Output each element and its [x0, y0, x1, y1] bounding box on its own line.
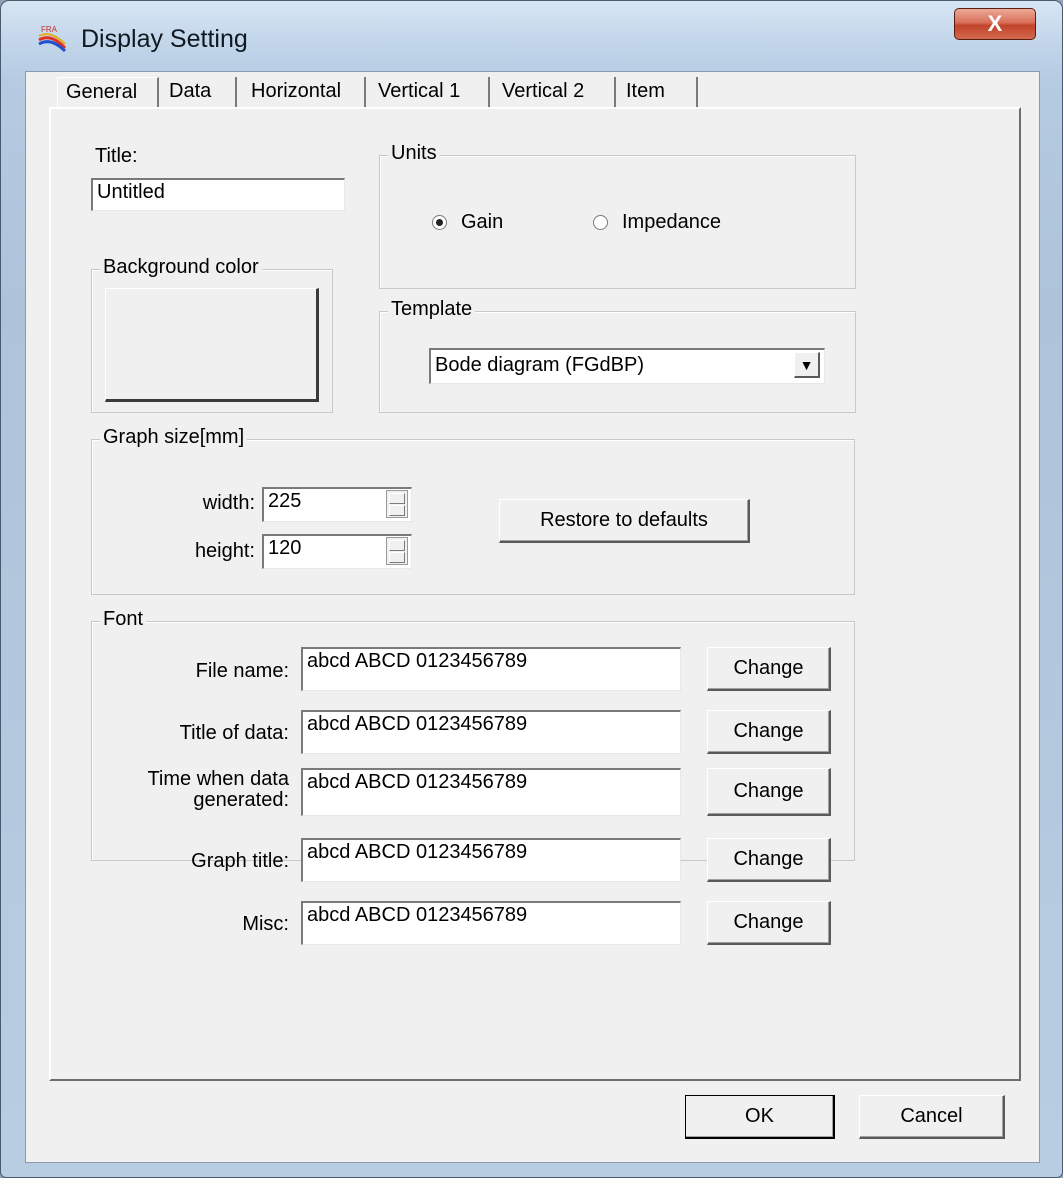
graph-size-legend: Graph size[mm] — [100, 426, 248, 449]
file-name-font-change-button[interactable]: Change — [707, 647, 831, 691]
gain-radio-label[interactable]: Gain — [461, 211, 503, 234]
title-of-data-font-change-button[interactable]: Change — [707, 710, 831, 754]
template-select[interactable]: Bode diagram (FGdBP) — [429, 348, 825, 384]
misc-font-change-button[interactable]: Change — [707, 901, 831, 945]
height-label: height: — [194, 540, 255, 562]
title-of-data-font-label: Title of data: — [179, 722, 289, 744]
gain-radio[interactable] — [432, 215, 447, 230]
chevron-down-icon[interactable]: ▼ — [794, 352, 820, 378]
tab-item[interactable]: Item — [618, 77, 698, 109]
misc-font-label: Misc: — [242, 913, 289, 935]
width-spinner[interactable] — [386, 490, 408, 518]
time-generated-label-line2: generated: — [193, 789, 289, 811]
spin-down-icon[interactable] — [389, 552, 405, 563]
units-legend: Units — [388, 142, 440, 165]
graph-title-font-change-button[interactable]: Change — [707, 838, 831, 882]
background-color-button[interactable] — [105, 288, 319, 402]
restore-defaults-button[interactable]: Restore to defaults — [499, 499, 750, 543]
close-button[interactable]: X — [954, 8, 1036, 40]
tab-data[interactable]: Data — [161, 77, 237, 109]
time-generated-font-change-button[interactable]: Change — [707, 768, 831, 816]
spin-up-icon[interactable] — [389, 493, 405, 504]
template-select-value: Bode diagram (FGdBP) — [435, 354, 644, 376]
width-label: width: — [202, 492, 255, 514]
title-bar[interactable]: FRA Display Setting X — [1, 1, 1062, 73]
fra-app-icon: FRA — [38, 25, 67, 53]
spin-up-icon[interactable] — [389, 540, 405, 551]
font-legend: Font — [100, 608, 147, 631]
spin-down-icon[interactable] — [389, 505, 405, 516]
time-generated-font-sample: abcd ABCD 0123456789 — [301, 768, 681, 816]
time-generated-font-label: Time when data generated: — [101, 769, 289, 811]
close-icon: X — [987, 11, 1003, 36]
height-spinner[interactable] — [386, 537, 408, 565]
impedance-radio-label[interactable]: Impedance — [622, 211, 721, 234]
tab-vertical-1[interactable]: Vertical 1 — [370, 77, 490, 109]
title-of-data-font-sample: abcd ABCD 0123456789 — [301, 710, 681, 754]
dialog-window: FRA Display Setting X General Data Horiz… — [0, 0, 1063, 1178]
tab-horizontal[interactable]: Horizontal — [243, 77, 366, 109]
graph-title-font-label: Graph title: — [191, 850, 289, 872]
title-label: Title: — [95, 145, 138, 167]
misc-font-sample: abcd ABCD 0123456789 — [301, 901, 681, 945]
tab-vertical-2[interactable]: Vertical 2 — [494, 77, 616, 109]
cancel-button[interactable]: Cancel — [859, 1095, 1005, 1139]
window-title: Display Setting — [81, 25, 248, 53]
time-generated-label-line1: Time when data — [147, 768, 289, 790]
tab-general[interactable]: General — [57, 77, 159, 109]
file-name-font-sample: abcd ABCD 0123456789 — [301, 647, 681, 691]
template-legend: Template — [388, 298, 476, 321]
ok-button[interactable]: OK — [685, 1095, 835, 1139]
title-input[interactable]: Untitled — [91, 178, 345, 211]
graph-title-font-sample: abcd ABCD 0123456789 — [301, 838, 681, 882]
svg-text:FRA: FRA — [41, 25, 58, 34]
window-frame-bottom — [1, 1163, 1062, 1177]
background-color-legend: Background color — [100, 256, 262, 279]
file-name-font-label: File name: — [195, 660, 289, 682]
impedance-radio[interactable] — [593, 215, 608, 230]
units-group: Units — [379, 142, 856, 289]
